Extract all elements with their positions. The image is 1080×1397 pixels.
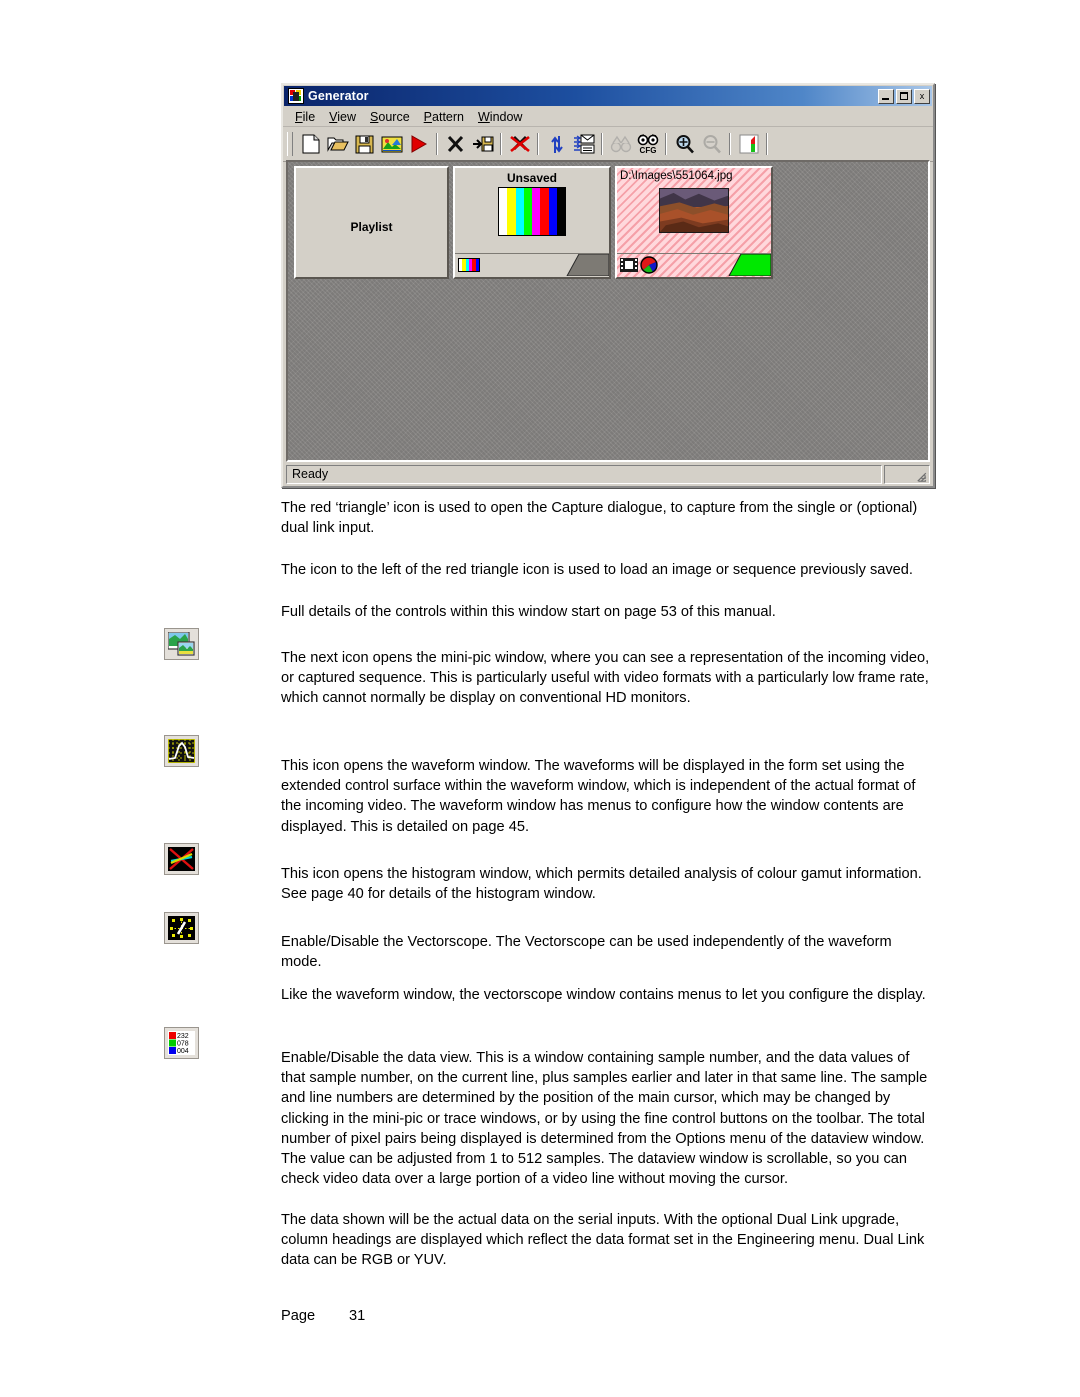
toolbar-separator xyxy=(766,133,768,155)
new-file-icon[interactable] xyxy=(298,132,323,156)
toolbar-separator xyxy=(729,133,731,155)
resize-grip-icon[interactable] xyxy=(884,465,930,484)
open-folder-icon[interactable] xyxy=(325,132,350,156)
delete-x-icon[interactable] xyxy=(443,132,468,156)
menu-pattern[interactable]: Pattern xyxy=(417,109,471,125)
zoom-in-icon[interactable] xyxy=(672,132,697,156)
waveform-icon xyxy=(164,735,199,767)
paragraph-load-icon: The icon to the left of the red triangle… xyxy=(281,562,913,578)
binoculars-cfg-icon[interactable]: CFG xyxy=(635,132,660,156)
menu-file[interactable]: File xyxy=(288,109,322,125)
paragraph-capture-icon: The red ‘triangle’ icon is used to open … xyxy=(281,500,918,537)
close-button[interactable]: x xyxy=(914,88,930,104)
toolbar-separator xyxy=(601,133,603,155)
vectorscope-icon xyxy=(164,912,199,944)
paragraph-vectorscope-menus: Like the waveform window, the vectorscop… xyxy=(281,987,926,1003)
page-footer: Page 31 xyxy=(281,1308,681,1324)
playlist-tile-body: Playlist xyxy=(296,168,447,273)
window-title: Generator xyxy=(308,89,369,103)
paragraph-dual-link: The data shown will be the actual data o… xyxy=(281,1212,925,1269)
page-footer-number: 31 xyxy=(349,1308,366,1324)
playlist-tile[interactable]: Playlist xyxy=(294,166,449,279)
menu-source[interactable]: Source xyxy=(363,109,417,125)
window-titlebar[interactable]: Generator x xyxy=(284,86,932,106)
toolbar-grip[interactable] xyxy=(287,132,293,156)
page-footer-label: Page xyxy=(281,1308,316,1324)
toolbar-separator xyxy=(436,133,438,155)
unsaved-tile-footer: Line pattern xyxy=(455,254,609,276)
playlist-client-area[interactable]: Playlist Unsaved Line pattern xyxy=(286,160,930,462)
save-as-icon[interactable] xyxy=(470,132,495,156)
pl-button[interactable] xyxy=(773,132,798,156)
film-strip-icon xyxy=(620,258,638,272)
manual-page: Generator x File View Source Pattern Win… xyxy=(0,0,1080,1397)
binoculars-icon xyxy=(608,132,633,156)
playlist-properties-icon[interactable] xyxy=(571,132,596,156)
image-tile-body: D:\Images\551064.jpg xyxy=(617,168,771,254)
pattern-bars-icon[interactable] xyxy=(736,132,761,156)
status-message: Ready xyxy=(286,465,882,484)
delete-all-red-x-icon[interactable] xyxy=(507,132,532,156)
zoom-out-icon xyxy=(699,132,724,156)
paragraph-waveform: This icon opens the waveform window. The… xyxy=(281,758,916,835)
histogram-icon xyxy=(164,843,199,875)
paragraph-histogram: This icon opens the histogram window, wh… xyxy=(281,866,922,903)
generator-colour-squares-icon xyxy=(288,88,304,104)
menubar: File View Source Pattern Window xyxy=(283,107,933,127)
image-tile-footer: 1920 x 1080 xyxy=(617,254,771,276)
paragraph-full-details: Full details of the controls within this… xyxy=(281,604,776,620)
svg-text:CFG: CFG xyxy=(639,146,656,155)
svg-text:078: 078 xyxy=(177,1041,189,1048)
generator-app-window: Generator x File View Source Pattern Win… xyxy=(281,83,935,488)
playlist-tile-label: Playlist xyxy=(350,220,393,234)
mini-pic-icon xyxy=(164,628,199,660)
colour-bars-thumbnail xyxy=(498,187,566,236)
dataview-icon: 232 078 004 xyxy=(164,1027,199,1059)
image-tile[interactable]: D:\Images\551064.jpg xyxy=(615,166,773,279)
paragraph-mini-pic: The next icon opens the mini-pic window,… xyxy=(281,650,930,707)
unsaved-tile-body: Unsaved xyxy=(455,168,609,254)
maximize-button[interactable] xyxy=(896,88,912,104)
toolbar: CFG xyxy=(283,127,933,162)
image-tile-path: D:\Images\551064.jpg xyxy=(620,170,733,182)
menu-window[interactable]: Window xyxy=(471,109,529,125)
unsaved-tile-title: Unsaved xyxy=(506,171,558,185)
svg-text:004: 004 xyxy=(177,1048,189,1055)
toolbar-separator xyxy=(500,133,502,155)
duration-bar-shape xyxy=(728,254,771,276)
landscape-photo-thumbnail xyxy=(659,188,729,233)
paragraph-dataview: Enable/Disable the data view. This is a … xyxy=(281,1050,928,1188)
paragraph-vectorscope: Enable/Disable the Vectorscope. The Vect… xyxy=(281,934,892,971)
statusbar: Ready xyxy=(286,465,930,484)
save-disk-icon[interactable] xyxy=(352,132,377,156)
pattern-bars-mini-icon xyxy=(458,258,480,272)
updown-arrows-icon[interactable] xyxy=(544,132,569,156)
colour-wheel-icon xyxy=(640,256,658,274)
svg-text:232: 232 xyxy=(177,1033,189,1040)
window-controls: x xyxy=(878,88,930,104)
duration-bar-shape xyxy=(566,254,609,276)
unsaved-tile[interactable]: Unsaved Line pattern xyxy=(453,166,611,279)
toolbar-separator xyxy=(537,133,539,155)
menu-view[interactable]: View xyxy=(322,109,363,125)
toolbar-separator xyxy=(665,133,667,155)
capture-red-triangle-icon[interactable] xyxy=(406,132,431,156)
image-picture-icon[interactable] xyxy=(379,132,404,156)
minimize-button[interactable] xyxy=(878,88,894,104)
